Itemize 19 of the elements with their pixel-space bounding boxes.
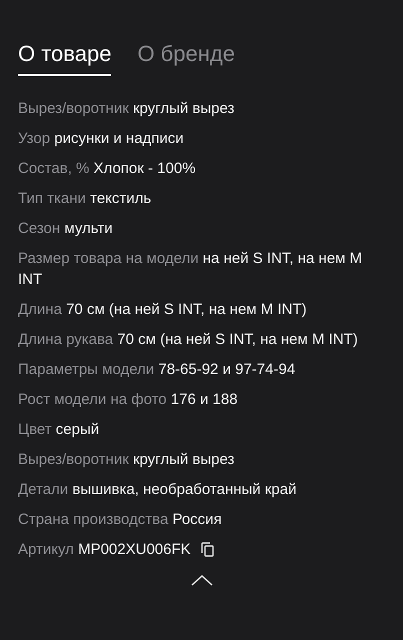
spec-line: Тип ткани текстиль: [18, 189, 152, 209]
spec-line: Параметры модели 78-65-92 и 97-74-94: [18, 360, 296, 380]
spec-line: Узор рисунки и надписи: [18, 129, 185, 149]
spec-line: Рост модели на фото 176 и 188: [18, 390, 239, 410]
spec-line: Размер товара на модели на ней S INT, на нем M INT: [18, 249, 364, 290]
spec-line: Сезон мульти: [18, 219, 114, 239]
spec-line: Страна производства Россия: [18, 510, 223, 530]
tab[interactable]: О товаре: [18, 40, 112, 76]
spec-line: Вырез/воротник круглый вырез: [18, 99, 236, 119]
spec-line: Вырез/воротник круглый вырез: [18, 450, 236, 470]
tab[interactable]: О бренде: [137, 40, 235, 76]
chevron-up-icon[interactable]: [190, 574, 212, 586]
spec-line: Цвет серый: [18, 420, 100, 440]
spec-line: Детали вышивка, необработанный край: [18, 480, 298, 500]
copy-icon[interactable]: [200, 542, 214, 557]
spec-line: Артикул MP002XU006FK: [18, 540, 191, 560]
spec-line: Длина рукава 70 см (на ней S INT, на нем M INT): [18, 330, 359, 350]
spec-line: Длина 70 см (на ней S INT, на нем M INT): [18, 300, 308, 320]
spec-line: Состав, % Хлопок - 100%: [18, 159, 197, 179]
